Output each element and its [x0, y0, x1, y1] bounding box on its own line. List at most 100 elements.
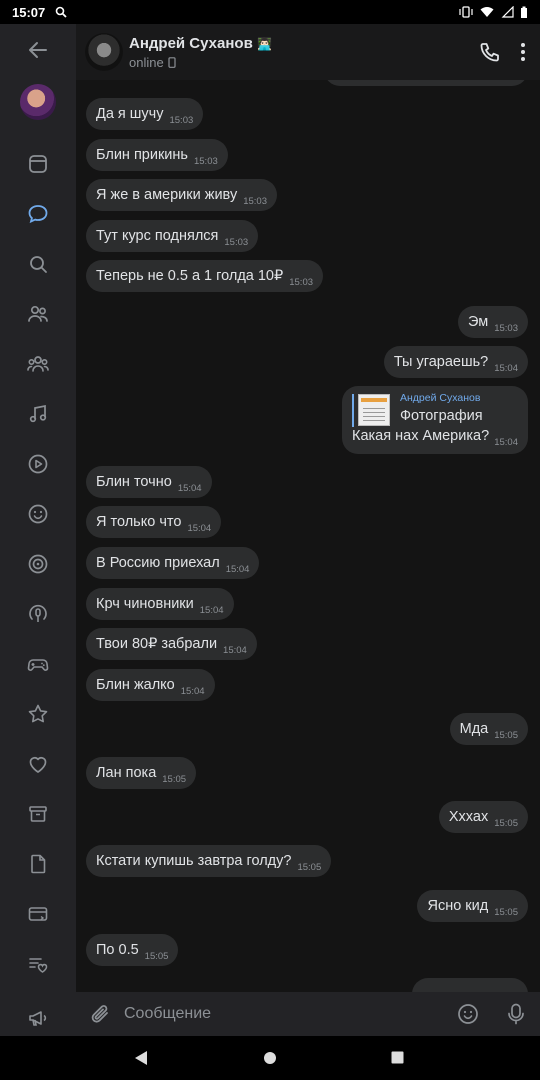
- avatar[interactable]: [20, 84, 56, 120]
- communities-icon[interactable]: [22, 348, 54, 380]
- message-bubble[interactable]: Тут курс поднялся 15:03: [86, 220, 259, 252]
- podcast-icon[interactable]: [22, 598, 54, 630]
- music-icon[interactable]: [22, 398, 54, 430]
- star-icon[interactable]: [22, 698, 54, 730]
- message-time: 15:04: [223, 645, 247, 656]
- contact-status: online: [129, 55, 272, 70]
- emoji-picker-icon[interactable]: [456, 1002, 480, 1026]
- system-navigation-bar: [0, 1036, 540, 1080]
- signal-icon: [501, 6, 514, 18]
- message-time: 15:05: [144, 951, 169, 962]
- message-time: 15:05: [297, 862, 322, 873]
- message-bubble[interactable]: Кстати купишь завтра голду? 15:05: [86, 845, 332, 877]
- contact-name: Андрей Суханов 👨🏻‍💻: [129, 35, 272, 52]
- message-bubble[interactable]: Твои 80₽ забрали 15:04: [86, 628, 257, 660]
- message-text: Твои 80₽ забрали: [96, 636, 218, 652]
- contact-avatar[interactable]: [85, 33, 123, 71]
- message-input[interactable]: Сообщение: [124, 1005, 211, 1023]
- message-text: Лан пока: [96, 765, 157, 781]
- message-text: Блин прикинь: [96, 147, 188, 163]
- wifi-icon: [480, 7, 494, 17]
- message-time: 15:03: [193, 156, 218, 167]
- forwarded-photo-message[interactable]: Андрей Суханов Фотография Какая нах Амер…: [342, 386, 528, 454]
- message-list[interactable]: Да я шучу 15:03 Блин прикинь 15:03 Я же в …: [76, 80, 540, 992]
- message-bubble-partial: [412, 978, 528, 992]
- message-text: Какая нах Америка?: [352, 428, 490, 444]
- news-icon[interactable]: [22, 148, 54, 180]
- nav-home-icon[interactable]: [263, 1051, 277, 1065]
- message-text: Тут курс поднялся: [96, 228, 219, 244]
- video-icon[interactable]: [22, 448, 54, 480]
- archive-icon[interactable]: [22, 798, 54, 830]
- paperclip-icon[interactable]: [90, 1002, 112, 1026]
- vibrate-icon: [459, 6, 473, 18]
- message-bubble[interactable]: Блин жалко 15:04: [86, 669, 215, 701]
- message-bubble[interactable]: Мда 15:05: [449, 713, 528, 745]
- sticker-icon: 👨🏻‍💻: [256, 36, 272, 51]
- contact-status-text: online: [129, 54, 164, 70]
- back-arrow-icon[interactable]: [22, 34, 54, 66]
- forward-bar: [352, 394, 354, 427]
- message-bubble[interactable]: Крч чиновники 15:04: [86, 588, 234, 620]
- photo-thumbnail[interactable]: [358, 394, 390, 426]
- message-text: Кстати купишь завтра голду?: [96, 853, 292, 869]
- message-bubble[interactable]: По 0.5 15:05: [86, 934, 179, 966]
- nav-back-icon[interactable]: [134, 1050, 148, 1066]
- message-text: Хххах: [448, 809, 489, 825]
- likes-list-icon[interactable]: [22, 948, 54, 980]
- contact-info[interactable]: Андрей Суханов 👨🏻‍💻 online: [129, 35, 272, 70]
- payments-icon[interactable]: [22, 898, 54, 930]
- forwarded-type: Фотография: [400, 408, 483, 424]
- more-vertical-icon[interactable]: [520, 42, 526, 62]
- message-time: 15:05: [162, 774, 187, 785]
- message-bubble[interactable]: Да я шучу 15:03: [86, 98, 204, 130]
- search-icon[interactable]: [22, 248, 54, 280]
- games-icon[interactable]: [22, 548, 54, 580]
- message-text: По 0.5: [96, 942, 139, 958]
- message-bubble[interactable]: Блин прикинь 15:03: [86, 139, 228, 171]
- message-text: Я же в америки живу: [96, 187, 238, 203]
- message-text: Теперь не 0.5 а 1 голда 10₽: [96, 268, 284, 284]
- message-bubble[interactable]: Ясно кид 15:05: [417, 890, 528, 922]
- message-time: 15:04: [494, 437, 518, 448]
- message-time: 15:03: [169, 115, 194, 126]
- message-bubble[interactable]: Блин точно 15:04: [86, 466, 212, 498]
- message-text: Мда: [459, 721, 489, 737]
- message-text: Блин точно: [96, 474, 172, 490]
- message-composer: Сообщение: [76, 992, 540, 1036]
- message-time: 15:04: [187, 523, 212, 534]
- message-time: 15:04: [225, 564, 250, 575]
- friends-icon[interactable]: [22, 298, 54, 330]
- phone-icon[interactable]: [478, 40, 502, 64]
- microphone-icon[interactable]: [506, 1002, 526, 1026]
- chat-header: Андрей Суханов 👨🏻‍💻 online: [76, 24, 540, 80]
- nav-recents-icon[interactable]: [391, 1051, 404, 1064]
- message-time: 15:04: [494, 363, 518, 374]
- message-bubble[interactable]: Хххах 15:05: [438, 801, 528, 833]
- sidebar: [0, 24, 76, 1036]
- heart-icon[interactable]: [22, 748, 54, 780]
- message-text: Блин жалко: [96, 677, 175, 693]
- message-bubble[interactable]: Ты угараешь? 15:04: [383, 346, 528, 378]
- status-indicators: [458, 6, 528, 19]
- message-bubble[interactable]: Я только что 15:04: [86, 506, 222, 538]
- search-icon: [55, 6, 67, 18]
- documents-icon[interactable]: [22, 848, 54, 880]
- forwarded-author[interactable]: Андрей Суханов: [400, 392, 480, 404]
- message-time: 15:04: [180, 686, 205, 697]
- message-time: 15:05: [494, 730, 518, 741]
- gamepad-icon[interactable]: [22, 648, 54, 680]
- message-bubble[interactable]: Эм 15:03: [457, 306, 528, 338]
- message-bubble[interactable]: Теперь не 0.5 а 1 голда 10₽ 15:03: [86, 260, 324, 292]
- message-bubble[interactable]: Я же в америки живу 15:03: [86, 179, 277, 211]
- message-time: 15:03: [289, 277, 314, 288]
- message-text: Крч чиновники: [96, 596, 194, 612]
- megaphone-icon[interactable]: [22, 1002, 54, 1034]
- emoji-icon[interactable]: [22, 498, 54, 530]
- message-bubble[interactable]: В Россию приехал 15:04: [86, 547, 260, 579]
- messages-icon[interactable]: [22, 198, 54, 230]
- message-time: 15:03: [243, 196, 267, 207]
- battery-icon: [521, 6, 527, 18]
- message-time: 15:03: [224, 237, 249, 248]
- message-bubble[interactable]: Лан пока 15:05: [86, 757, 197, 789]
